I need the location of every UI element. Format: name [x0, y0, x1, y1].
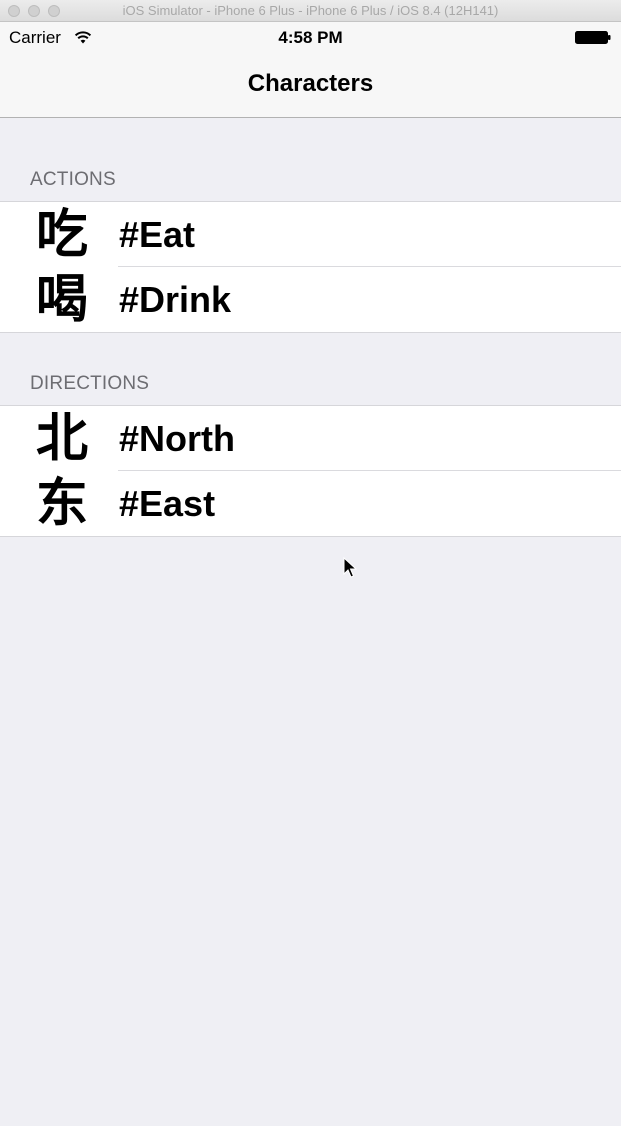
row-label: #East [119, 483, 216, 524]
table-row[interactable]: 喝 #Drink [0, 267, 621, 332]
battery-icon [575, 31, 611, 44]
table-row[interactable]: 吃 #Eat [0, 202, 621, 267]
row-label: #Drink [119, 279, 232, 320]
mouse-cursor-icon [343, 557, 357, 578]
page-title: Characters [247, 70, 374, 97]
window-titlebar: iOS Simulator - iPhone 6 Plus - iPhone 6… [0, 0, 621, 22]
character-glyph: 吃 [35, 204, 88, 265]
character-glyph: 喝 [35, 269, 88, 330]
simulator-window: iOS Simulator - iPhone 6 Plus - iPhone 6… [0, 0, 621, 1126]
section-header-directions: DIRECTIONS [30, 373, 150, 394]
table-section-directions: 北 #North 东 #East [0, 405, 621, 537]
section-header-actions: ACTIONS [30, 169, 116, 190]
window-title: iOS Simulator - iPhone 6 Plus - iPhone 6… [122, 3, 499, 18]
character-glyph: 北 [35, 408, 88, 469]
navigation-bar: Characters [0, 54, 621, 118]
character-glyph: 东 [35, 473, 88, 534]
status-bar: Carrier 4:58 PM [0, 22, 621, 54]
status-time: 4:58 PM [278, 28, 343, 47]
table-row[interactable]: 北 #North [0, 406, 621, 471]
row-label: #Eat [119, 214, 196, 255]
table-section-actions: 吃 #Eat 喝 #Drink [0, 201, 621, 333]
row-label: #North [119, 418, 235, 459]
table-row[interactable]: 东 #East [0, 471, 621, 536]
